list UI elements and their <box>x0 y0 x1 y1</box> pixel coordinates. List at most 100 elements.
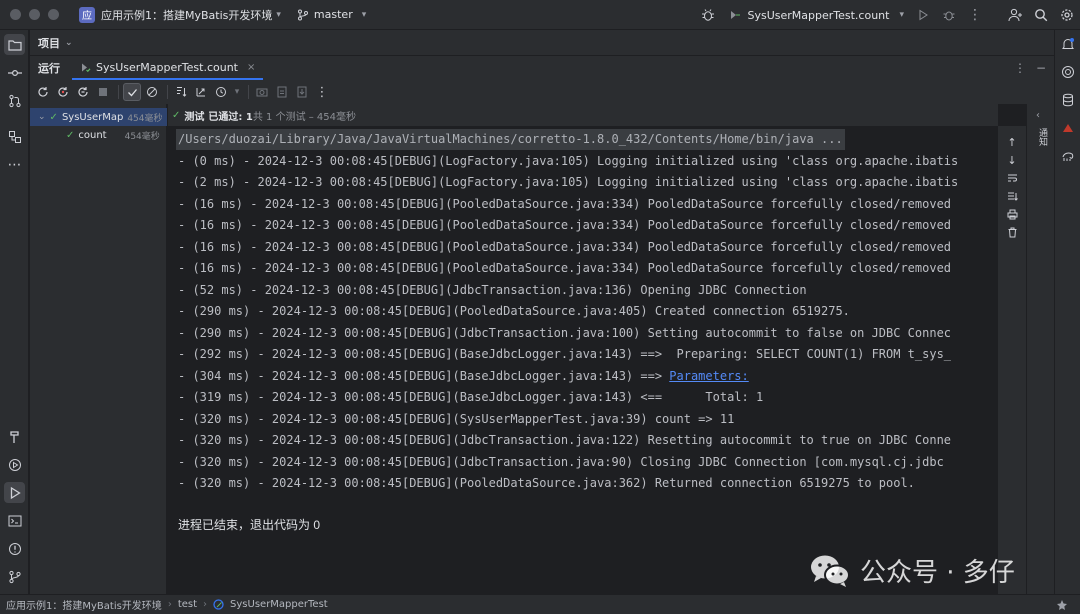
problems-icon[interactable] <box>4 538 25 559</box>
folder-icon[interactable] <box>4 34 25 55</box>
version-control-icon[interactable] <box>4 566 25 587</box>
structure-icon[interactable] <box>4 126 25 147</box>
test-config-icon <box>731 11 741 19</box>
tab-label: SysUserMapperTest.count <box>96 60 238 74</box>
close-tab-icon[interactable]: × <box>247 62 255 73</box>
soft-wrap-icon[interactable] <box>1004 170 1020 186</box>
branch-selector[interactable]: master ▾ <box>297 8 366 21</box>
console-line: - (319 ms) - 2024-12-3 00:08:45[DEBUG](B… <box>178 390 764 404</box>
test-suite-label: SysUserMap <box>61 111 124 123</box>
screenshot-icon[interactable] <box>253 83 271 101</box>
check-icon: ✓ <box>49 111 58 123</box>
more-vertical-icon[interactable]: ⋮ <box>962 2 988 28</box>
minimize-panel-icon[interactable]: − <box>1036 61 1046 75</box>
database-icon[interactable] <box>1058 90 1078 110</box>
project-label: 项目 <box>38 36 60 50</box>
notifications-panel-collapsed[interactable]: ‹ 通知 <box>1026 104 1054 594</box>
close-window-button[interactable] <box>10 9 21 20</box>
search-icon[interactable] <box>1028 2 1054 28</box>
maximize-window-button[interactable] <box>48 9 59 20</box>
console-line: - (16 ms) - 2024-12-3 00:08:45[DEBUG](Po… <box>178 261 952 275</box>
breadcrumb-project[interactable]: 应用示例1：搭建MyBatis开发环境 <box>6 597 162 612</box>
add-user-icon[interactable] <box>1002 2 1028 28</box>
toolbar-divider <box>167 85 168 99</box>
test-history-icon[interactable] <box>212 83 230 101</box>
pull-requests-icon[interactable] <box>4 90 25 111</box>
notifications-panel-label: 通知 <box>1037 128 1047 146</box>
breadcrumb-class[interactable]: SysUserMapperTest <box>230 599 328 610</box>
build-hammer-icon[interactable] <box>4 426 25 447</box>
more-horizontal-icon[interactable]: ⋯ <box>4 154 25 175</box>
chevron-down-icon[interactable]: ▾ <box>276 10 281 20</box>
project-name[interactable]: 应用示例1：搭建MyBatis开发环境 <box>101 7 272 23</box>
export-tests-icon[interactable] <box>293 83 311 101</box>
toolbar-divider <box>248 85 249 99</box>
project-badge[interactable]: 应 <box>79 6 95 23</box>
console-line: - (16 ms) - 2024-12-3 00:08:45[DEBUG](Po… <box>178 196 952 211</box>
branch-name: master <box>313 8 353 21</box>
maven-icon[interactable] <box>1058 118 1078 138</box>
test-class-icon <box>213 599 224 610</box>
wechat-logo-icon <box>811 555 850 587</box>
status-indicator-icon[interactable] <box>1056 599 1068 611</box>
notifications-icon[interactable] <box>1058 34 1078 54</box>
ai-assistant-icon[interactable] <box>1058 62 1078 82</box>
services-icon[interactable] <box>4 454 25 475</box>
console-output[interactable]: /Users/duozai/Library/Java/JavaVirtualMa… <box>168 126 998 594</box>
check-icon: ✓ <box>66 129 75 141</box>
bug-icon[interactable] <box>695 2 721 28</box>
minimize-window-button[interactable] <box>29 9 40 20</box>
sort-alphabetically-icon[interactable] <box>172 83 190 101</box>
run-config-selector[interactable]: SysUserMapperTest.count ▾ <box>729 9 904 22</box>
debug-icon[interactable] <box>936 2 962 28</box>
sort-by-duration-icon[interactable] <box>192 83 210 101</box>
console-command-line[interactable]: /Users/duozai/Library/Java/JavaVirtualMa… <box>176 129 845 150</box>
console-line: - (290 ms) - 2024-12-3 00:08:45[DEBUG](P… <box>178 304 850 318</box>
show-ignored-toggle[interactable] <box>143 83 161 101</box>
right-tool-strip <box>1054 30 1080 594</box>
test-tree-item[interactable]: ✓ count 454毫秒 <box>30 126 167 144</box>
tab-run-configuration[interactable]: SysUserMapperTest.count × <box>72 56 264 80</box>
chevron-down-icon[interactable]: ▾ <box>232 83 242 101</box>
test-duration: 454毫秒 <box>127 113 163 124</box>
test-results-tree: ⌄ ✓ SysUserMap 454毫秒 ✓ count 454毫秒 <box>30 104 167 594</box>
rerun-icon[interactable] <box>34 83 52 101</box>
parameters-link[interactable]: Parameters: <box>669 369 748 383</box>
show-passed-toggle[interactable] <box>123 83 141 101</box>
import-tests-icon[interactable] <box>273 83 291 101</box>
toggle-auto-test-icon[interactable] <box>74 83 92 101</box>
console-line: - (292 ms) - 2024-12-3 00:08:45[DEBUG](B… <box>178 347 952 361</box>
window-controls <box>10 9 59 20</box>
arrow-down-icon[interactable]: ↓ <box>1004 152 1020 168</box>
print-icon[interactable] <box>1004 206 1020 222</box>
console-line: - (320 ms) - 2024-12-3 00:08:45[DEBUG](J… <box>178 454 944 469</box>
console-line-params: - (304 ms) - 2024-12-3 00:08:45[DEBUG](B… <box>178 366 749 387</box>
run-tool-icon[interactable] <box>4 482 25 503</box>
console-line: - (52 ms) - 2024-12-3 00:08:45[DEBUG](Jd… <box>178 282 807 297</box>
trash-icon[interactable] <box>1004 224 1020 240</box>
terminal-icon[interactable] <box>4 510 25 531</box>
test-tree-root[interactable]: ⌄ ✓ SysUserMap 454毫秒 <box>30 108 167 126</box>
chevron-down-icon[interactable]: ⌄ <box>38 112 46 122</box>
scroll-to-end-icon[interactable] <box>1004 188 1020 204</box>
commit-icon[interactable] <box>4 62 25 83</box>
test-status-line: ✓ 测试 已通过: 1 共 1 个测试 – 454毫秒 <box>168 104 998 126</box>
console-line: - (16 ms) - 2024-12-3 00:08:45[DEBUG](Po… <box>178 239 952 254</box>
project-panel-header[interactable]: 项目 ⌄ <box>30 30 1054 56</box>
run-icon[interactable] <box>910 2 936 28</box>
chevron-left-icon[interactable]: ‹ <box>1036 110 1040 121</box>
gradle-icon[interactable] <box>1058 146 1078 166</box>
test-status-prefix: 测试 <box>184 111 205 123</box>
settings-gear-icon[interactable] <box>1054 2 1080 28</box>
arrow-up-icon[interactable]: ↑ <box>1004 134 1020 150</box>
stop-icon[interactable] <box>94 83 112 101</box>
more-vertical-icon[interactable]: ⋮ <box>313 83 331 101</box>
console-line: - (0 ms) - 2024-12-3 00:08:45[DEBUG](Log… <box>178 153 959 168</box>
console-line: - (290 ms) - 2024-12-3 00:08:45[DEBUG](J… <box>178 325 952 340</box>
rerun-failed-icon[interactable] <box>54 83 72 101</box>
run-tab-bar: 运行 SysUserMapperTest.count × ⋮ − <box>30 56 1054 80</box>
breadcrumb-folder[interactable]: test <box>178 599 197 610</box>
more-vertical-icon[interactable]: ⋮ <box>1014 61 1026 75</box>
chevron-down-icon: ▾ <box>899 10 904 20</box>
console-line: - (320 ms) - 2024-12-3 00:08:45[DEBUG](J… <box>178 433 952 447</box>
